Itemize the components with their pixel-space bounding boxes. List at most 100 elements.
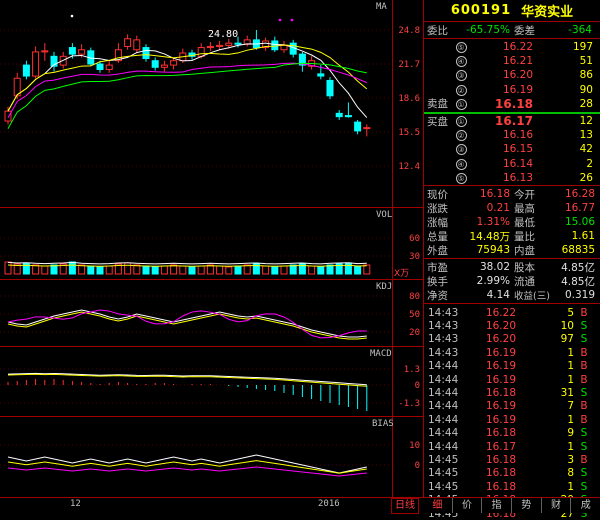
volume-bar bbox=[151, 266, 159, 275]
candle bbox=[344, 102, 352, 118]
tick-time: 14:43 bbox=[428, 320, 459, 333]
candle bbox=[354, 119, 362, 135]
tick-side: S bbox=[580, 427, 588, 440]
volume-bar bbox=[179, 265, 187, 275]
period-tab[interactable]: 日线 bbox=[391, 498, 419, 514]
order-volume: 28 bbox=[579, 97, 593, 110]
vol-tick: 30 bbox=[409, 252, 420, 262]
volume-bar bbox=[206, 264, 214, 275]
price-panel[interactable]: MA 24.8 21.7 18.6 15.5 12.4 24.80 bbox=[0, 0, 423, 208]
order-row: 卖盘 ① 16.18 28 bbox=[424, 97, 600, 111]
info-label: 涨幅 bbox=[427, 216, 448, 229]
tab-index[interactable]: 指 bbox=[482, 498, 513, 513]
tick-volume: 5 bbox=[567, 306, 574, 319]
quote-tabs[interactable]: 细 价 指 势 财 成 bbox=[423, 497, 600, 513]
kdj-chart[interactable] bbox=[0, 280, 423, 347]
tick-volume: 1 bbox=[567, 480, 574, 493]
volume-panel[interactable]: VOL 60 30 X万 bbox=[0, 208, 423, 280]
tick-volume: 1 bbox=[567, 440, 574, 453]
macd-tick: -1.3 bbox=[398, 399, 420, 409]
candle bbox=[133, 35, 141, 54]
tick-price: 16.22 bbox=[485, 306, 516, 319]
tick-side: S bbox=[580, 480, 588, 493]
tick-volume: 1 bbox=[567, 373, 574, 386]
tick-row: 14:43 16.20 10 S bbox=[424, 319, 600, 332]
level-icon: ⑤ bbox=[455, 42, 467, 54]
volume-bar bbox=[216, 265, 224, 275]
ma20-line bbox=[7, 62, 367, 118]
tick-side: B bbox=[580, 400, 588, 413]
vol-unit: X万 bbox=[394, 269, 410, 279]
bias-panel[interactable]: BIAS 10 0 bbox=[0, 417, 423, 497]
tick-price: 16.18 bbox=[485, 467, 516, 480]
tick-side: B bbox=[580, 346, 588, 359]
order-volume: 12 bbox=[579, 115, 593, 128]
chart-area[interactable]: MA 24.8 21.7 18.6 15.5 12.4 24.80 VOL 60… bbox=[0, 0, 423, 497]
event-marker bbox=[70, 14, 74, 18]
tab-deal[interactable]: 成 bbox=[571, 498, 600, 513]
tick-side: B bbox=[580, 373, 588, 386]
bias-tick: 0 bbox=[414, 461, 420, 471]
tab-trend[interactable]: 势 bbox=[512, 498, 542, 513]
info-value: 0.21 bbox=[486, 202, 510, 214]
order-price: 16.20 bbox=[502, 69, 533, 82]
level-icon: ② bbox=[455, 130, 467, 142]
candle bbox=[326, 77, 334, 100]
tick-price: 16.18 bbox=[485, 480, 516, 493]
info-label: 今开 bbox=[514, 188, 535, 201]
price-tick: 15.5 bbox=[398, 128, 420, 138]
price-tick: 24.8 bbox=[398, 26, 420, 36]
info-label: 现价 bbox=[427, 188, 448, 201]
volume-chart[interactable] bbox=[0, 208, 423, 280]
tab-finance[interactable]: 财 bbox=[542, 498, 572, 513]
kdj-tick: 80 bbox=[409, 292, 420, 302]
price-tick: 18.6 bbox=[398, 94, 420, 104]
candle bbox=[142, 44, 150, 62]
info-value: 1.61 bbox=[571, 230, 595, 242]
x-label-year: 2016 bbox=[318, 499, 340, 509]
tick-price: 16.19 bbox=[485, 346, 516, 359]
tick-list[interactable]: 14:43 16.22 5 B 14:43 16.20 10 S 14:43 16.20 97 S 14… bbox=[424, 304, 600, 520]
volume-bar bbox=[234, 265, 242, 275]
kdj-panel[interactable]: KDJ 80 50 20 bbox=[0, 280, 423, 347]
volume-bar bbox=[105, 265, 113, 275]
volume-bar bbox=[170, 264, 178, 275]
info-label: 最高 bbox=[514, 202, 535, 215]
info-label: 外盘 bbox=[427, 244, 448, 257]
tick-price: 16.19 bbox=[485, 400, 516, 413]
tick-time: 14:45 bbox=[428, 453, 459, 466]
volume-bar bbox=[4, 261, 12, 275]
fundamental-info: 市盈 38.02 股本 4.85亿 换手 2.99% 流通 4.85亿 净资 4.14 收益(三) 0… bbox=[424, 259, 600, 304]
ma5-line bbox=[7, 42, 368, 118]
macd-panel[interactable]: MACD 1.3 0 -1.3 bbox=[0, 347, 423, 417]
d-line bbox=[7, 311, 367, 340]
stock-name: 华资实业 bbox=[521, 5, 574, 20]
volume-bar bbox=[22, 262, 30, 275]
candle bbox=[4, 106, 12, 125]
candle bbox=[124, 34, 132, 50]
tick-side: S bbox=[580, 387, 588, 400]
level-icon: ① bbox=[455, 116, 467, 128]
tick-side: B bbox=[580, 306, 588, 319]
info-label: 最低 bbox=[514, 216, 535, 229]
volume-bar bbox=[354, 265, 362, 275]
info-value: 0.319 bbox=[564, 289, 595, 301]
order-price: 16.21 bbox=[502, 55, 533, 68]
tick-time: 14:43 bbox=[428, 306, 459, 319]
volume-bar bbox=[289, 264, 297, 275]
bias-chart[interactable] bbox=[0, 417, 423, 497]
price-tick: 21.7 bbox=[398, 60, 420, 70]
macd-chart[interactable] bbox=[0, 347, 423, 417]
tick-price: 16.19 bbox=[485, 413, 516, 426]
info-value: 14.48万 bbox=[469, 230, 510, 243]
volume-bar bbox=[262, 265, 270, 275]
tick-time: 14:44 bbox=[428, 427, 459, 440]
vol-tick: 60 bbox=[409, 234, 420, 244]
tick-price: 16.19 bbox=[485, 360, 516, 373]
info-value: 16.28 bbox=[564, 188, 595, 200]
tab-price[interactable]: 价 bbox=[453, 498, 483, 513]
order-price: 16.18 bbox=[495, 96, 533, 111]
order-diff-label: 委差 bbox=[514, 24, 535, 37]
tab-detail[interactable]: 细 bbox=[423, 498, 453, 513]
tick-price: 16.19 bbox=[485, 373, 516, 386]
